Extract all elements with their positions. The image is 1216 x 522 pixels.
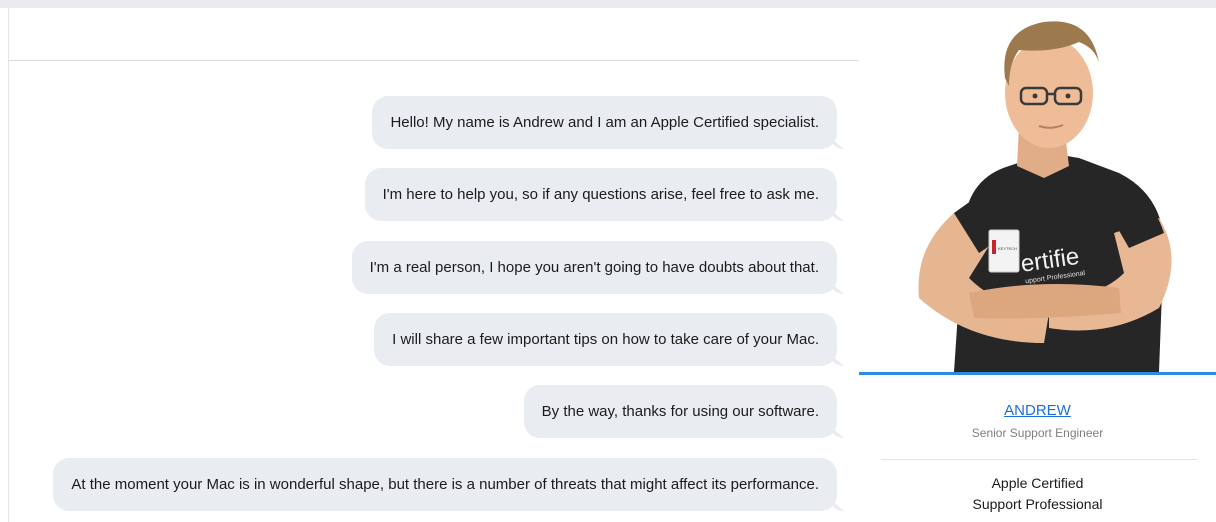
agent-photo: KEYTECH ertifie upport Professional — [859, 8, 1216, 372]
chat-message: I will share a few important tips on how… — [374, 313, 837, 366]
chat-message: Hello! My name is Andrew and I am an App… — [372, 96, 837, 149]
profile-divider — [881, 459, 1197, 460]
agent-portrait-illustration: KEYTECH ertifie upport Professional — [918, 21, 1172, 372]
chat-message: I'm here to help you, so if any question… — [364, 168, 837, 221]
chat-panel: Hello! My name is Andrew and I am an App… — [8, 8, 860, 522]
message-list: Hello! My name is Andrew and I am an App… — [9, 60, 859, 522]
chat-message: At the moment your Mac is in wonderful s… — [53, 458, 837, 511]
agent-title: Senior Support Engineer — [971, 426, 1104, 440]
chat-header — [9, 8, 859, 61]
profile-accent-rule — [859, 372, 1216, 375]
agent-name-link[interactable]: ANDREW — [859, 402, 1216, 419]
certification-line-1: Apple Certified — [991, 475, 1084, 491]
agent-profile-panel: KEYTECH ertifie upport Professional ANDR… — [859, 8, 1216, 522]
shirt-badge-text: KEYTECH — [998, 246, 1017, 251]
top-strip — [0, 0, 1216, 8]
certification-text: Apple Certified Support Professional — [859, 473, 1216, 515]
chat-message: I'm a real person, I hope you aren't goi… — [351, 241, 837, 294]
chat-message: By the way, thanks for using our softwar… — [523, 385, 837, 438]
certification-line-2: Support Professional — [972, 496, 1103, 512]
